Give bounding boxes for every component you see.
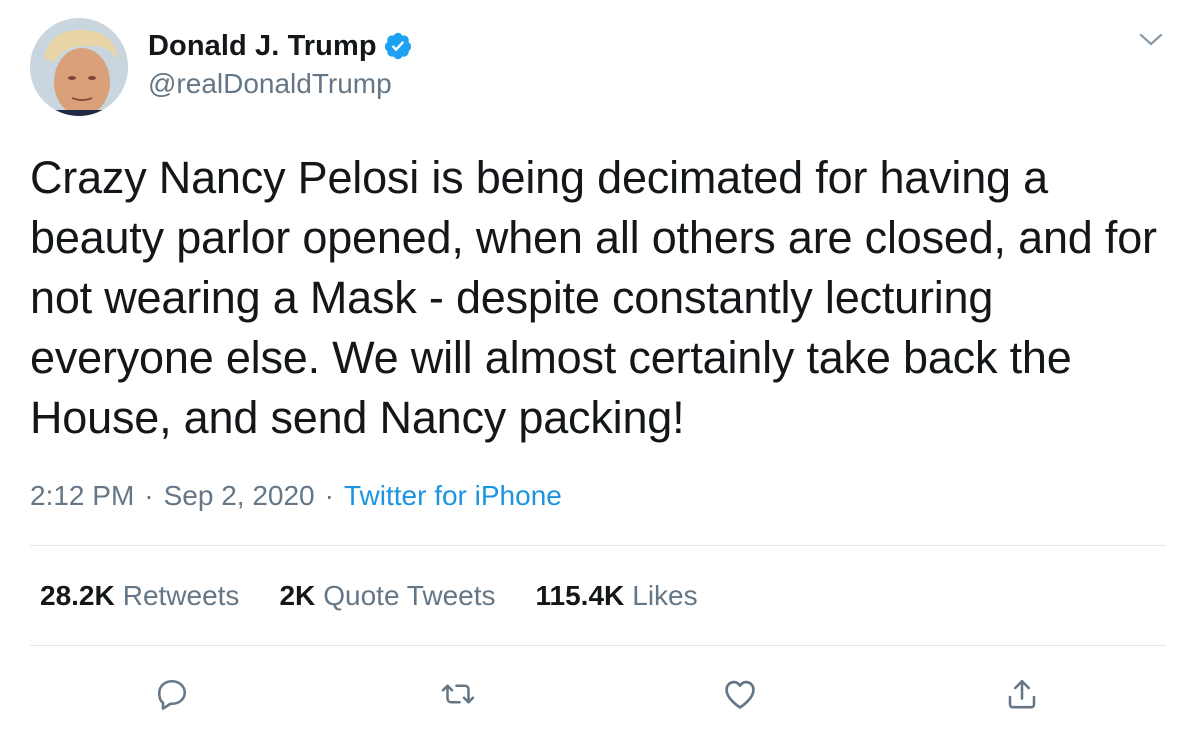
tweet-date[interactable]: Sep 2, 2020 <box>164 480 315 512</box>
share-button[interactable] <box>1000 672 1044 716</box>
divider <box>30 645 1166 646</box>
tweet-text: Crazy Nancy Pelosi is being decimated fo… <box>30 152 1157 443</box>
profile-photo-icon <box>30 18 128 116</box>
engagement-stats: 28.2K Retweets 2K Quote Tweets 115.4K Likes <box>40 576 738 616</box>
reply-icon <box>157 679 187 710</box>
avatar[interactable] <box>30 18 128 116</box>
tweet-source-link[interactable]: Twitter for iPhone <box>344 480 562 512</box>
author-handle[interactable]: @realDonaldTrump <box>148 68 392 100</box>
like-button[interactable] <box>718 672 762 716</box>
share-icon <box>1008 679 1036 709</box>
divider <box>30 545 1166 546</box>
author-name-row: Donald J. Trump <box>148 28 413 64</box>
meta-separator: · <box>144 480 154 511</box>
retweets-label: Retweets <box>122 580 240 611</box>
heart-icon <box>725 680 755 709</box>
retweet-icon <box>441 684 475 704</box>
quote-tweets-stat[interactable]: 2K Quote Tweets <box>279 580 495 612</box>
reply-button[interactable] <box>150 672 194 716</box>
likes-label: Likes <box>632 580 698 611</box>
display-name[interactable]: Donald J. Trump <box>148 30 377 63</box>
quote-tweets-count: 2K <box>279 580 316 611</box>
likes-stat[interactable]: 115.4K Likes <box>536 580 698 612</box>
meta-separator: · <box>324 480 334 511</box>
verified-badge-icon <box>383 31 413 61</box>
retweets-count: 28.2K <box>40 580 115 611</box>
tweet-metadata: 2:12 PM · Sep 2, 2020 · Twitter for iPho… <box>30 476 562 516</box>
retweets-stat[interactable]: 28.2K Retweets <box>40 580 239 612</box>
quote-tweets-label: Quote Tweets <box>323 580 496 611</box>
tweet-card: Donald J. Trump @realDonaldTrump Crazy N… <box>0 0 1188 744</box>
tweet-time[interactable]: 2:12 PM <box>30 480 134 512</box>
retweet-button[interactable] <box>436 672 480 716</box>
chevron-down-icon[interactable] <box>1138 30 1164 50</box>
likes-count: 115.4K <box>535 580 625 611</box>
